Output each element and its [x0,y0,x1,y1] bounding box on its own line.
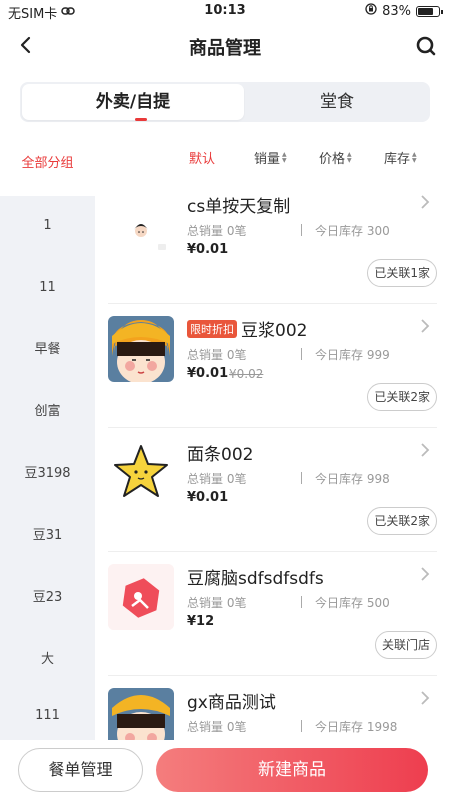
search-icon[interactable] [414,34,438,58]
placeholder-image-icon [108,564,174,630]
category-sidebar: 全部分组 1 11 早餐 创富 豆3198 豆31 豆23 大 111 [0,140,95,740]
sidebar-item-chuangfu[interactable]: 创富 [0,382,95,442]
today-stock: 今日库存 1998 [315,720,398,734]
product-item[interactable]: cs单按天复制 总销量 0笔 今日库存 300 ¥0.01 已关联1家 [95,180,450,304]
chevron-right-icon[interactable] [420,318,430,333]
battery-icon [416,5,443,17]
product-name-text: 豆腐脑sdfsdfsdfs [187,569,324,589]
nav-bar: 商品管理 [0,22,450,70]
product-name-text: 面条002 [187,445,254,465]
total-sales: 总销量 0笔 [187,472,247,486]
sidebar-item-all[interactable]: 全部分组 [0,140,95,196]
sidebar-item-dou3198[interactable]: 豆3198 [0,444,95,504]
product-item[interactable]: 限时折扣 豆浆002 总销量 0笔 今日库存 999 ¥0.01 ¥0.02 已关… [95,304,450,428]
tab-takeout[interactable]: 外卖/自提 [22,84,244,120]
sidebar-item-111[interactable]: 111 [0,692,95,740]
chevron-right-icon[interactable] [420,566,430,581]
product-name-text: cs单按天复制 [187,197,291,217]
chevron-right-icon[interactable] [420,690,430,705]
maruko-avatar-icon [108,316,174,382]
sidebar-item-dou31[interactable]: 豆31 [0,506,95,566]
sort-default-label: 默认 [189,152,216,167]
tab-dine-in[interactable]: 堂食 [246,84,428,120]
girl-avatar-small-icon [108,192,174,258]
sort-stock[interactable]: 库存 ▲ ▼ [384,148,417,167]
bottom-action-bar: 餐单管理 新建商品 [0,740,450,800]
linked-stores-button[interactable]: 已关联1家 [367,259,437,287]
today-stock: 今日库存 300 [315,224,390,238]
order-type-tabs: 外卖/自提 堂食 [20,82,430,122]
status-bar: 无SIM卡 10:13 83% [0,0,450,22]
product-item[interactable]: 面条002 总销量 0笔 今日库存 998 ¥0.01 已关联2家 [95,428,450,552]
original-price: ¥0.02 [229,367,264,381]
product-name: 面条002 [187,440,253,465]
divider [301,596,302,608]
price: ¥0.01 [187,366,229,381]
sort-price-label: 价格 [319,152,346,167]
total-sales: 总销量 0笔 [187,348,247,362]
sort-sales-label: 销量 [254,152,281,167]
orientation-lock-icon [365,3,377,19]
product-name: 豆腐脑sdfsdfsdfs [187,564,324,589]
battery-group: 83% [365,3,443,19]
sort-bar: 默认 销量 ▲ ▼ 价格 ▲ ▼ 库存 ▲ ▼ [95,140,450,174]
product-name-text: gx商品测试 [187,693,276,713]
divider [301,720,302,732]
sidebar-item-da[interactable]: 大 [0,630,95,690]
total-sales: 总销量 0笔 [187,596,247,610]
product-item[interactable]: 豆腐脑sdfsdfsdfs 总销量 0笔 今日库存 500 ¥12 关联门店 [95,552,450,676]
menu-management-button[interactable]: 餐单管理 [18,748,143,792]
linked-stores-button[interactable]: 已关联2家 [367,383,437,411]
chevron-right-icon[interactable] [420,194,430,209]
sort-arrows-icon: ▲ ▼ [347,150,352,164]
sort-arrows-icon: ▲ ▼ [282,150,287,164]
today-stock: 今日库存 500 [315,596,390,610]
today-stock: 今日库存 998 [315,472,390,486]
product-name-text: 豆浆002 [241,321,308,341]
sidebar-item-1[interactable]: 1 [0,196,95,256]
new-product-button[interactable]: 新建商品 [156,748,428,792]
page-title: 商品管理 [189,38,261,59]
divider [301,224,302,236]
price: ¥0.01 [187,490,229,505]
sidebar-item-breakfast[interactable]: 早餐 [0,320,95,380]
link-store-button[interactable]: 关联门店 [374,631,437,659]
sort-price[interactable]: 价格 ▲ ▼ [319,148,352,167]
sort-stock-label: 库存 [384,152,411,167]
price: ¥12 [187,614,215,629]
total-sales: 总销量 0笔 [187,224,247,238]
battery-percent: 83% [382,3,411,19]
sidebar-item-dou23[interactable]: 豆23 [0,568,95,628]
divider [301,348,302,360]
linked-stores-button[interactable]: 已关联2家 [367,507,437,535]
total-sales: 总销量 0笔 [187,720,247,734]
active-tab-indicator [135,118,147,121]
price: ¥0.01 [187,242,229,257]
sort-default[interactable]: 默认 [189,148,215,167]
product-name: 限时折扣 豆浆002 [187,316,307,341]
sidebar-item-11[interactable]: 11 [0,258,95,318]
chevron-right-icon[interactable] [420,442,430,457]
product-name: cs单按天复制 [187,192,290,217]
sort-sales[interactable]: 销量 ▲ ▼ [254,148,287,167]
star-icon [108,440,174,506]
sort-arrows-icon: ▲ ▼ [412,150,417,164]
product-name: gx商品测试 [187,688,276,713]
divider [301,472,302,484]
promo-badge: 限时折扣 [187,320,237,338]
today-stock: 今日库存 999 [315,348,390,362]
